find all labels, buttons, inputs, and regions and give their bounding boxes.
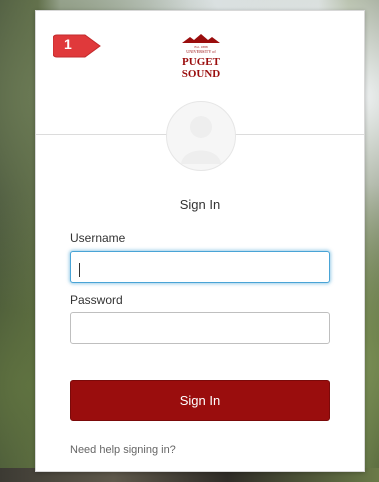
username-field[interactable] [70,251,330,283]
help-link[interactable]: Need help signing in? [70,444,176,456]
logo-line-1: UNIVERSITY of [186,49,216,54]
password-label: Password [70,293,123,307]
text-caret [79,263,80,277]
sign-in-card: Est. 1888 UNIVERSITY of PUGET SOUND Sign… [35,10,365,472]
step-badge [53,34,101,58]
mountain-icon [182,34,220,43]
step-number: 1 [64,36,72,52]
password-field[interactable] [70,312,330,344]
page-title: Sign In [179,197,221,212]
user-silhouette-icon [181,116,221,164]
sign-in-button[interactable]: Sign In [70,380,330,421]
logo-line-3: SOUND [182,68,221,80]
avatar [166,101,236,171]
university-logo: Est. 1888 UNIVERSITY of PUGET SOUND [182,34,221,80]
logo-line-2: PUGET [182,56,221,68]
username-label: Username [70,231,126,245]
